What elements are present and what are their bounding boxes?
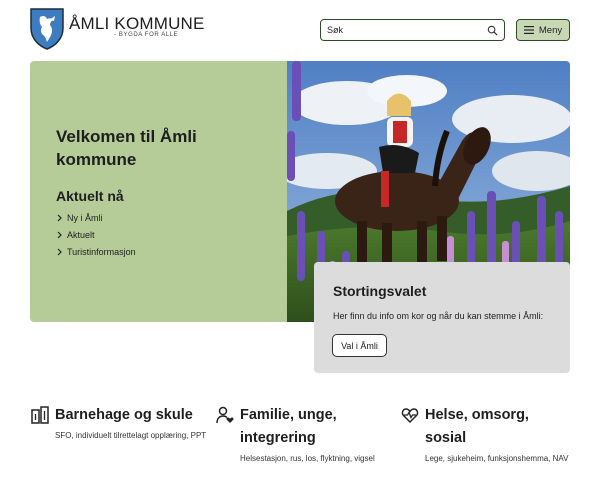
news-heading: Aktuelt nå bbox=[56, 188, 124, 204]
brand-title[interactable]: ÅMLI KOMMUNE bbox=[69, 14, 205, 34]
chevron-right-icon bbox=[57, 214, 62, 221]
site-header: ÅMLI KOMMUNE - BYGDA FOR ALLE Meny bbox=[0, 0, 600, 62]
category-description: Helsestasjon, rus, los, flyktning, vigse… bbox=[240, 454, 375, 463]
link-label: Turistinformasjon bbox=[67, 246, 136, 257]
category-description: SFO, individuelt tilrettelagt opplæring,… bbox=[55, 431, 207, 440]
category-title[interactable]: Familie, unge, integrering bbox=[240, 404, 390, 450]
news-links: Ny i Åmli Aktuelt Turistinformasjon bbox=[56, 209, 136, 260]
heart-pulse-icon bbox=[401, 408, 419, 424]
hamburger-icon bbox=[523, 26, 534, 34]
menu-button[interactable]: Meny bbox=[516, 19, 570, 41]
category-title[interactable]: Helse, omsorg, sosial bbox=[425, 404, 565, 450]
val-i-amli-button[interactable]: Val i Åmli bbox=[332, 334, 387, 357]
link-ny-i-amli[interactable]: Ny i Åmli bbox=[56, 209, 136, 226]
link-label: Aktuelt bbox=[67, 229, 95, 240]
callout-title: Stortingsvalet bbox=[333, 283, 427, 299]
link-turistinformasjon[interactable]: Turistinformasjon bbox=[56, 243, 136, 260]
category-description: Lege, sjukeheim, funksjonshemma, NAV bbox=[425, 454, 569, 463]
search-icon[interactable] bbox=[487, 25, 498, 36]
hero-title: Velkomen til Åmli kommune bbox=[56, 127, 197, 169]
link-label: Ny i Åmli bbox=[67, 212, 103, 223]
brand-tagline: - BYGDA FOR ALLE bbox=[114, 32, 179, 38]
search-input[interactable] bbox=[327, 22, 477, 38]
chevron-right-icon bbox=[57, 248, 62, 255]
link-aktuelt[interactable]: Aktuelt bbox=[56, 226, 136, 243]
menu-label: Meny bbox=[538, 24, 563, 36]
search-box[interactable] bbox=[320, 19, 505, 41]
chevron-right-icon bbox=[57, 231, 62, 238]
municipality-shield-logo[interactable] bbox=[30, 8, 64, 50]
election-callout: Stortingsvalet Her finn du info om kor o… bbox=[314, 262, 570, 373]
building-icon bbox=[31, 406, 49, 424]
person-heart-icon bbox=[216, 406, 234, 424]
category-title[interactable]: Barnehage og skule bbox=[55, 404, 193, 427]
callout-text: Her finn du info om kor og når du kan st… bbox=[333, 311, 544, 321]
hero-panel: Velkomen til Åmli kommune Aktuelt nå Ny … bbox=[30, 61, 287, 322]
